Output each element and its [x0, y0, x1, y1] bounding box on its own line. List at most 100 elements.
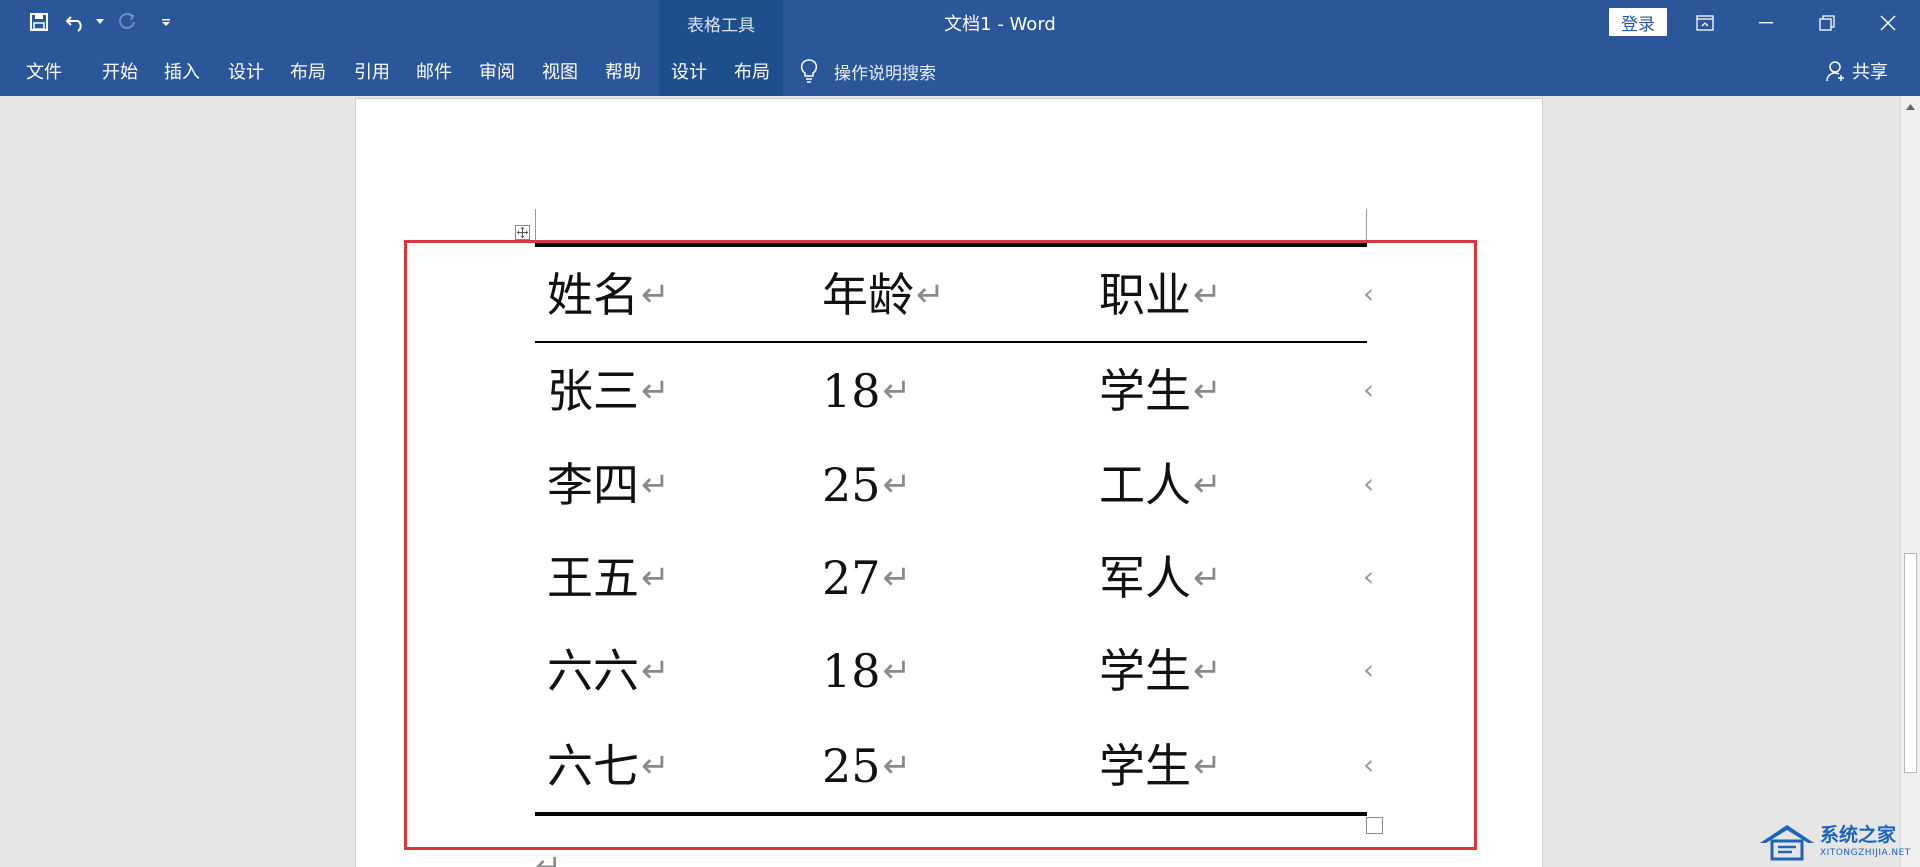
paragraph-mark: ↵: [1193, 651, 1222, 691]
table-cell[interactable]: 李四 ↵: [547, 457, 670, 513]
house-logo-icon: [1760, 825, 1814, 861]
tell-me-label: 操作说明搜索: [834, 63, 936, 84]
table-header-rule: [535, 341, 1367, 343]
restore-button[interactable]: [1797, 0, 1857, 46]
watermark-text: 系统之家: [1820, 824, 1897, 846]
table-cell[interactable]: 学生 ↵: [1099, 363, 1222, 419]
table-cell[interactable]: 王五 ↵: [547, 550, 670, 606]
row-end-mark: ‹: [1363, 653, 1375, 686]
close-button[interactable]: [1858, 0, 1918, 46]
save-icon: [30, 13, 48, 31]
close-icon: [1880, 15, 1896, 31]
tab-insert[interactable]: 插入: [156, 46, 208, 96]
redo-icon: [119, 13, 135, 29]
share-label: 共享: [1852, 62, 1888, 83]
table-cell[interactable]: 学生 ↵: [1099, 738, 1222, 794]
scroll-up-button[interactable]: [1901, 98, 1920, 116]
tab-home[interactable]: 开始: [94, 46, 146, 96]
minimize-button[interactable]: [1736, 0, 1796, 46]
table-header-cell[interactable]: 职业 ↵: [1099, 267, 1222, 323]
document-area[interactable]: 姓名 ↵ 年龄 ↵ 职业 ↵ ‹ 张三 ↵ 18 ↵ 学生 ↵ ‹ 李四 ↵ 25 ↵ 工人 ↵ …: [0, 96, 1900, 867]
undo-button[interactable]: [64, 9, 88, 35]
table-gridline: [1366, 209, 1367, 243]
watermark-subtext: XITONGZHIJIA.NET: [1820, 848, 1911, 858]
paragraph-mark: ↵: [916, 275, 945, 315]
table-cell[interactable]: 25 ↵: [822, 457, 911, 513]
table-cell[interactable]: 学生 ↵: [1099, 643, 1222, 699]
ribbon-display-icon: [1696, 15, 1714, 31]
minimize-icon: [1759, 22, 1773, 24]
paragraph-mark: ↵: [641, 465, 670, 505]
paragraph-mark: ↵: [1193, 746, 1222, 786]
share-button[interactable]: 共享: [1826, 46, 1888, 96]
move-icon: [517, 227, 528, 238]
tab-references[interactable]: 引用: [346, 46, 398, 96]
tell-me-search[interactable]: 操作说明搜索: [800, 46, 936, 96]
paragraph-mark: ↵: [535, 847, 562, 867]
table-cell[interactable]: 18 ↵: [822, 363, 911, 419]
document-page[interactable]: 姓名 ↵ 年龄 ↵ 职业 ↵ ‹ 张三 ↵ 18 ↵ 学生 ↵ ‹ 李四 ↵ 25 ↵ 工人 ↵ …: [355, 98, 1543, 867]
table-cell[interactable]: 工人 ↵: [1099, 457, 1222, 513]
paragraph-mark: ↵: [1193, 275, 1222, 315]
customize-qat-button[interactable]: [156, 9, 176, 35]
restore-icon: [1819, 15, 1835, 31]
paragraph-mark: ↵: [882, 746, 912, 786]
customize-qat-icon: [162, 19, 170, 26]
tab-table-layout[interactable]: 布局: [726, 46, 778, 96]
lightbulb-icon: [800, 59, 818, 83]
paragraph-mark: ↵: [641, 371, 670, 411]
login-button[interactable]: 登录: [1609, 8, 1667, 36]
table-header-cell[interactable]: 年龄 ↵: [822, 267, 945, 323]
row-end-mark: ‹: [1363, 748, 1375, 781]
watermark: 系统之家 XITONGZHIJIA.NET: [1758, 818, 1918, 866]
row-end-mark: ‹: [1363, 373, 1375, 406]
paragraph-mark: ↵: [1193, 465, 1222, 505]
tab-layout[interactable]: 布局: [282, 46, 334, 96]
save-button[interactable]: [26, 9, 52, 35]
paragraph-mark: ↵: [882, 651, 912, 691]
undo-icon: [65, 16, 82, 32]
table-cell[interactable]: 军人 ↵: [1099, 550, 1222, 606]
tab-mailings[interactable]: 邮件: [408, 46, 460, 96]
paragraph-mark: ↵: [882, 371, 912, 411]
ribbon-display-options-button[interactable]: [1675, 0, 1735, 46]
table-bottom-rule: [535, 812, 1367, 816]
table-resize-handle[interactable]: [1366, 817, 1383, 834]
paragraph-mark: ↵: [882, 465, 912, 505]
table-tools-header: 表格工具: [659, 0, 783, 46]
table-gridline: [535, 209, 536, 243]
table-move-handle[interactable]: [515, 225, 530, 240]
tab-file[interactable]: 文件: [18, 46, 70, 96]
table-top-rule: [535, 243, 1367, 247]
table-cell[interactable]: 25 ↵: [822, 738, 911, 794]
row-end-mark: ‹: [1363, 467, 1375, 500]
table-cell[interactable]: 27 ↵: [822, 550, 911, 606]
table-cell[interactable]: 张三 ↵: [547, 363, 670, 419]
paragraph-mark: ↵: [641, 558, 670, 598]
tab-table-design[interactable]: 设计: [663, 46, 715, 96]
tab-design[interactable]: 设计: [220, 46, 272, 96]
paragraph-mark: ↵: [1193, 558, 1222, 598]
title-bar: 表格工具 文档1 - Word 登录: [0, 0, 1920, 46]
document-title: 文档1 - Word: [944, 14, 1056, 35]
vertical-scrollbar[interactable]: [1900, 96, 1920, 867]
person-icon: [1826, 61, 1844, 82]
ribbon-tab-bar: 文件 开始 插入 设计 布局 引用 邮件 审阅 视图 帮助 设计 布局 操作说明…: [0, 46, 1920, 96]
paragraph-mark: ↵: [641, 651, 670, 691]
undo-dropdown[interactable]: [92, 9, 108, 35]
table-cell[interactable]: 六七 ↵: [547, 738, 670, 794]
chevron-up-icon: [1906, 104, 1915, 110]
tab-help[interactable]: 帮助: [597, 46, 649, 96]
scroll-thumb[interactable]: [1904, 553, 1917, 773]
table-cell[interactable]: 18 ↵: [822, 643, 911, 699]
redo-button[interactable]: [114, 9, 140, 35]
chevron-down-icon: [96, 19, 104, 24]
paragraph-mark: ↵: [641, 746, 670, 786]
paragraph-mark: ↵: [641, 275, 670, 315]
row-end-mark: ‹: [1363, 560, 1375, 593]
tab-review[interactable]: 审阅: [471, 46, 523, 96]
table-header-cell[interactable]: 姓名 ↵: [547, 267, 670, 323]
tab-view[interactable]: 视图: [534, 46, 586, 96]
table-cell[interactable]: 六六 ↵: [547, 643, 670, 699]
paragraph-mark: ↵: [882, 558, 912, 598]
